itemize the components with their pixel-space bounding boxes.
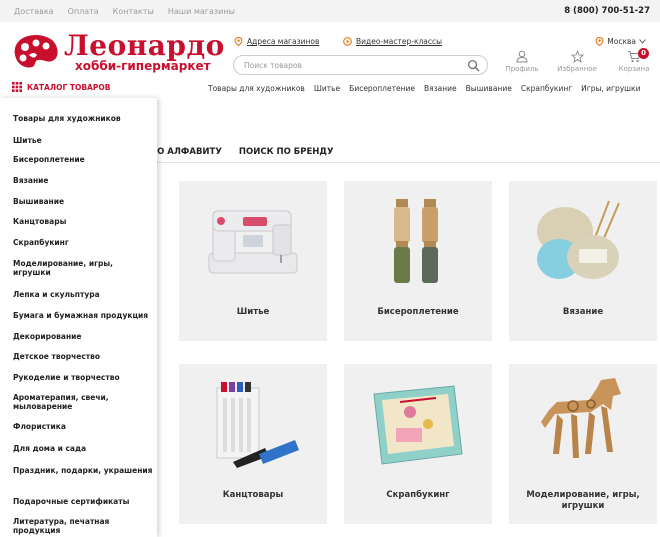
side-menu-item-stationery[interactable]: Канцтовары	[13, 217, 153, 226]
profile-button[interactable]: Профиль	[500, 50, 544, 73]
side-menu-item-literature[interactable]: Литература, печатная продукция	[13, 517, 153, 535]
nav-item-embroidery[interactable]: Вышивание	[466, 84, 512, 93]
side-menu-item-holidays[interactable]: Праздник, подарки, украшения	[13, 466, 153, 475]
search-placeholder: Поиск товаров	[244, 61, 302, 70]
side-menu-item-decor[interactable]: Декорирование	[13, 332, 153, 341]
search-input[interactable]: Поиск товаров	[233, 55, 488, 75]
side-menu-item-paper[interactable]: Бумага и бумажная продукция	[13, 311, 153, 320]
nav-item-sewing[interactable]: Шитье	[314, 84, 340, 93]
scrap-album-image	[373, 385, 463, 465]
card-label: Вязание	[562, 307, 604, 317]
city-selector[interactable]: Москва	[595, 37, 646, 46]
play-circle-icon	[343, 37, 352, 46]
user-icon	[516, 50, 528, 63]
bead-jars-image	[394, 199, 438, 283]
side-menu-item-embroidery[interactable]: Вышивание	[13, 197, 153, 206]
video-classes-label: Видео-мастер-классы	[356, 37, 443, 46]
category-card-scrapbooking[interactable]: Скрапбукинг	[344, 364, 492, 524]
side-menu-item-artists[interactable]: Товары для художников	[13, 114, 153, 123]
tab-alphabet[interactable]: ПО АЛФАВИТУ	[150, 147, 222, 157]
catalog-side-menu: Товары для художников Шитье Бисероплетен…	[0, 98, 157, 537]
logo-tagline: хобби-гипермаркет	[75, 59, 211, 73]
store-address-link[interactable]: Адреса магазинов	[234, 37, 319, 46]
catalog-button[interactable]: КАТАЛОГ ТОВАРОВ	[12, 82, 110, 92]
category-card-knitting[interactable]: Вязание	[509, 181, 657, 341]
card-label: Бисероплетение	[377, 307, 459, 317]
side-menu-item-sculpting[interactable]: Лепка и скульптура	[13, 290, 153, 299]
side-menu-item-floristry[interactable]: Флористика	[13, 422, 153, 431]
top-link-contacts[interactable]: Контакты	[113, 7, 154, 16]
nav-item-beading[interactable]: Бисероплетение	[349, 84, 415, 93]
yarn-balls-image	[537, 200, 620, 279]
category-card-modeling[interactable]: Моделирование, игры, игрушки	[509, 364, 657, 524]
favorites-button[interactable]: Избранное	[555, 50, 599, 73]
main-nav: Товары для художников Шитье Бисероплетен…	[208, 84, 640, 93]
catalog-label: КАТАЛОГ ТОВАРОВ	[27, 82, 111, 92]
video-classes-link[interactable]: Видео-мастер-классы	[343, 37, 442, 46]
sewing-machine-image	[208, 210, 298, 274]
nav-item-knitting[interactable]: Вязание	[424, 84, 457, 93]
side-menu-item-beading[interactable]: Бисероплетение	[13, 155, 153, 164]
nav-item-toys[interactable]: Игры, игрушки	[581, 84, 640, 93]
side-menu-item-sewing[interactable]: Шитье	[13, 136, 153, 145]
top-link-stores[interactable]: Наши магазины	[168, 7, 235, 16]
favorites-label: Избранное	[557, 65, 597, 73]
card-label: Моделирование, игры, игрушки	[526, 490, 640, 511]
side-menu-item-gift-cards[interactable]: Подарочные сертификаты	[13, 497, 153, 506]
top-link-delivery[interactable]: Доставка	[14, 7, 54, 16]
location-pin-icon	[595, 37, 604, 46]
site-logo[interactable]: Леонардо хобби-гипермаркет	[12, 29, 224, 79]
logo-name: Леонардо	[64, 29, 225, 62]
side-menu-item-modeling[interactable]: Моделирование, игры, игрушки	[13, 259, 153, 277]
tabs-divider	[150, 162, 660, 163]
category-card-sewing[interactable]: Шитье	[179, 181, 327, 341]
map-pin-icon	[234, 37, 243, 46]
card-label: Шитье	[236, 307, 270, 317]
nav-item-scrapbooking[interactable]: Скрапбукинг	[521, 84, 572, 93]
search-icon[interactable]	[467, 59, 480, 72]
catalog-tabs: ПО АЛФАВИТУ ПОИСК ПО БРЕНДУ	[150, 147, 334, 157]
nav-item-artists[interactable]: Товары для художников	[208, 84, 305, 93]
store-address-label: Адреса магазинов	[247, 37, 320, 46]
city-label: Москва	[607, 37, 636, 46]
grid-icon	[12, 82, 22, 92]
markers-stapler-image	[216, 382, 299, 468]
palette-logo-icon	[14, 35, 58, 68]
side-menu-item-aromatherapy[interactable]: Ароматерапия, свечи, мыловарение	[13, 393, 153, 411]
phone-number[interactable]: 8 (800) 700-51-27	[564, 6, 650, 16]
cart-count-badge: 0	[638, 48, 649, 59]
star-icon	[570, 50, 584, 63]
top-links: Доставка Оплата Контакты Наши магазины	[14, 7, 235, 16]
side-menu-item-handicraft[interactable]: Рукоделие и творчество	[13, 373, 153, 382]
profile-label: Профиль	[505, 65, 539, 73]
top-link-payment[interactable]: Оплата	[68, 7, 99, 16]
chevron-down-icon	[639, 39, 646, 44]
cart-button[interactable]: 0 Корзина	[612, 48, 656, 73]
card-label: Канцтовары	[222, 490, 284, 500]
category-card-stationery[interactable]: Канцтовары	[179, 364, 327, 524]
tab-brand-search[interactable]: ПОИСК ПО БРЕНДУ	[239, 147, 334, 157]
side-menu-item-kids[interactable]: Детское творчество	[13, 352, 153, 361]
top-bar: Доставка Оплата Контакты Наши магазины 8…	[0, 0, 660, 22]
side-menu-item-home-garden[interactable]: Для дома и сада	[13, 444, 153, 453]
wooden-horse-image	[541, 378, 621, 458]
side-menu-item-scrapbooking[interactable]: Скрапбукинг	[13, 238, 153, 247]
card-label: Скрапбукинг	[386, 490, 450, 500]
cart-label: Корзина	[618, 65, 650, 73]
side-menu-item-knitting[interactable]: Вязание	[13, 176, 153, 185]
category-card-beading[interactable]: Бисероплетение	[344, 181, 492, 341]
